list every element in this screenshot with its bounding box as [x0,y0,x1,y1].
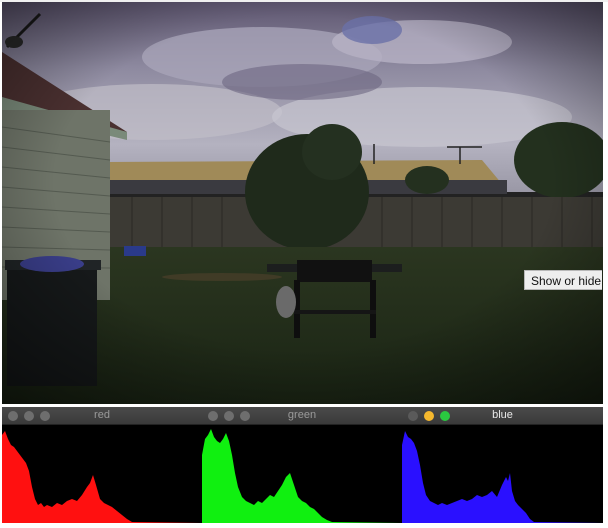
window-titlebar[interactable]: red [2,407,202,425]
tooltip: Show or hide d [524,270,602,290]
histogram-window-blue[interactable]: blue [402,407,603,523]
image-viewer-window[interactable] [2,2,603,404]
backyard-photo [2,2,603,404]
red-histogram [2,431,202,523]
blue-histogram [402,431,603,523]
window-titlebar[interactable]: green [202,407,402,425]
window-title: red [94,409,110,421]
histogram-window-green[interactable]: green [202,407,402,523]
green-histogram [202,429,402,523]
histogram-window-red[interactable]: red [2,407,202,523]
window-title: blue [492,409,513,421]
window-title: green [287,409,317,421]
window-titlebar[interactable]: blue [402,407,603,425]
